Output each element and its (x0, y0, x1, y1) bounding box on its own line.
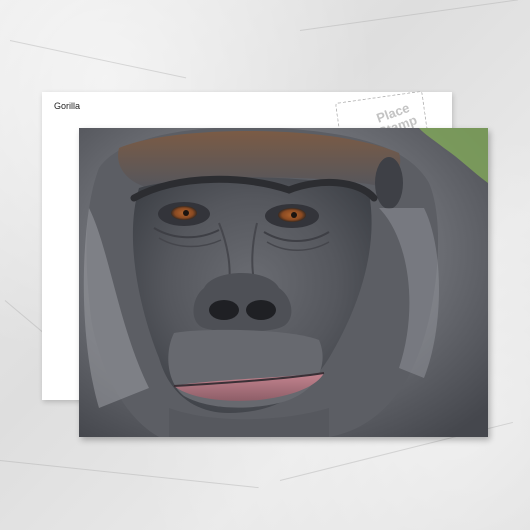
marble-vein (299, 0, 518, 31)
postcard-front-photo (79, 128, 488, 437)
marble-vein (9, 40, 187, 79)
marble-vein (0, 460, 259, 489)
left-nostril (209, 300, 239, 320)
right-pupil (291, 212, 297, 218)
gorilla-ear (375, 157, 403, 209)
gorilla-photo (79, 128, 488, 437)
postcard-title: Gorilla (54, 101, 81, 111)
right-nostril (246, 300, 276, 320)
left-pupil (183, 210, 189, 216)
